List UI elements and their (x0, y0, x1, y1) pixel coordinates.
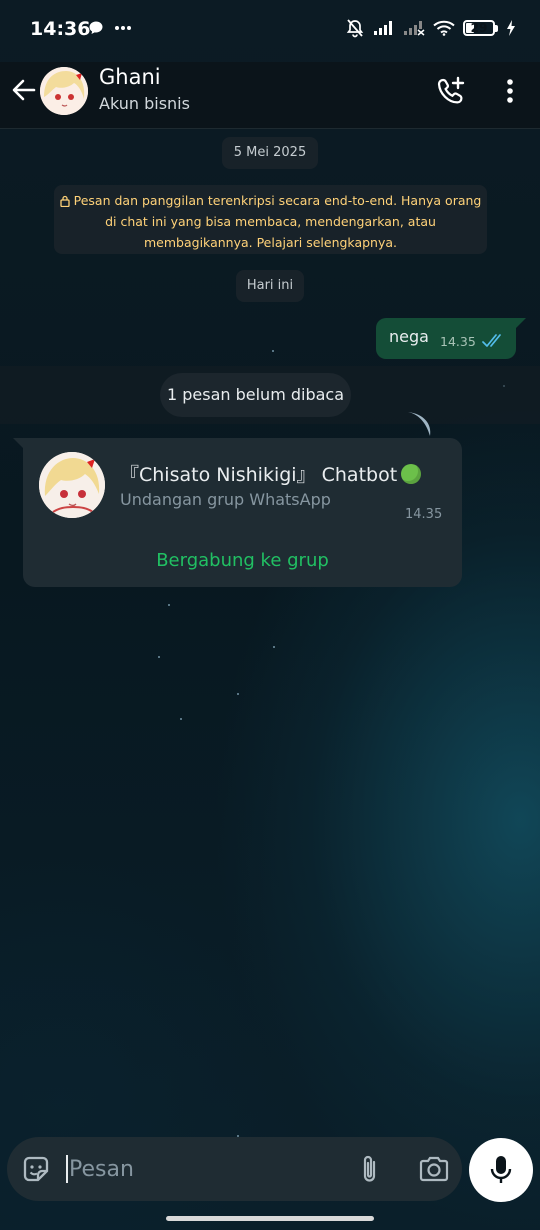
unread-banner: 1 pesan belum dibaca (160, 373, 351, 417)
more-vertical-icon[interactable] (500, 76, 520, 106)
home-indicator[interactable] (166, 1216, 374, 1221)
contact-subtitle[interactable]: Akun bisnis (99, 94, 190, 113)
charging-icon (507, 20, 515, 36)
today-chip: Hari ini (236, 270, 304, 302)
encryption-notice-text: Pesan dan panggilan terenkripsi secara e… (73, 193, 482, 250)
message-composer (7, 1137, 462, 1201)
paperclip-icon[interactable] (357, 1153, 383, 1185)
wallpaper-star (273, 646, 275, 648)
mute-bell-icon (346, 19, 364, 38)
encryption-notice[interactable]: Pesan dan panggilan terenkripsi secara e… (54, 185, 487, 254)
date-chip: 5 Mei 2025 (222, 137, 318, 169)
group-invite-message[interactable]: 『Chisato Nishikigi』 Chatbot Undangan gru… (23, 438, 462, 587)
outgoing-bubble-tail (516, 318, 526, 328)
chat-header: Ghani Akun bisnis (0, 62, 540, 129)
join-group-button[interactable]: Bergabung ke grup (23, 544, 462, 578)
message-time: 14.35 (405, 507, 443, 522)
wifi-icon (433, 20, 455, 36)
more-dots-icon (115, 26, 131, 30)
battery-icon: 29 (463, 20, 498, 36)
message-input[interactable] (69, 1151, 339, 1187)
lock-icon (59, 195, 70, 207)
wallpaper-star (272, 350, 274, 352)
green-circle-emoji (401, 464, 422, 484)
chat-bubble-icon (89, 21, 103, 34)
signal-no-service-icon (404, 21, 425, 36)
camera-icon[interactable] (418, 1155, 450, 1183)
back-arrow-icon[interactable] (10, 76, 38, 104)
message-text: nega (389, 327, 429, 346)
invite-subtitle: Undangan grup WhatsApp (120, 490, 331, 509)
wallpaper-star (237, 693, 239, 695)
signal-icon (374, 21, 392, 35)
voice-message-button[interactable] (469, 1138, 533, 1202)
text-cursor (66, 1155, 68, 1183)
microphone-icon (490, 1156, 512, 1183)
crescent-moon-decoration (408, 412, 431, 436)
wallpaper-star (168, 604, 170, 606)
message-time: 14.35 (440, 334, 476, 349)
status-time: 14:36 (30, 18, 91, 40)
wallpaper-star (180, 718, 182, 720)
status-bar: 14:36 29 (0, 0, 540, 62)
group-name: 『Chisato Nishikigi』 Chatbot (120, 460, 422, 487)
group-avatar[interactable] (39, 452, 105, 518)
wallpaper-star (158, 656, 160, 658)
battery-level: 29 (470, 21, 488, 35)
contact-avatar[interactable] (40, 67, 88, 115)
add-call-icon[interactable] (436, 76, 466, 106)
outgoing-message[interactable]: nega 14.35 (376, 318, 516, 359)
read-ticks-icon (482, 334, 501, 347)
contact-name[interactable]: Ghani (99, 65, 161, 89)
sticker-icon[interactable] (21, 1155, 51, 1185)
